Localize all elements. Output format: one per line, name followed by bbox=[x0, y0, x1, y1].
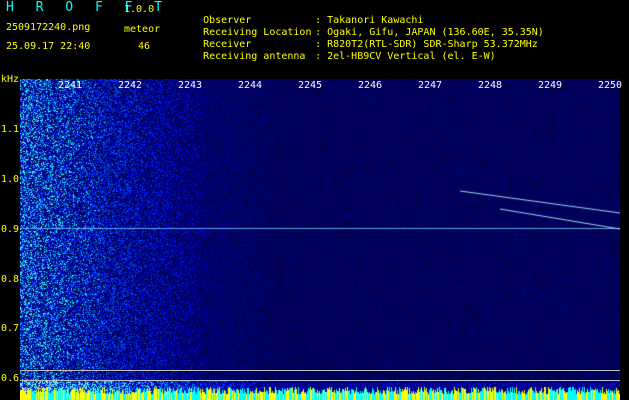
reference-line-lower bbox=[20, 380, 620, 381]
x-tick-label: 2247 bbox=[418, 80, 443, 91]
x-tick-label: 2245 bbox=[298, 80, 323, 91]
info-value: 2el-HB9CV Vertical (el. E-W) bbox=[327, 51, 496, 62]
x-tick-label: 2243 bbox=[178, 80, 203, 91]
waterfall-canvas bbox=[20, 79, 620, 400]
header-panel: H R O F F T 1.0.0 2509172240.png 25.09.1… bbox=[0, 0, 629, 79]
info-row-antenna: Receiving antenna:2el-HB9CV Vertical (el… bbox=[203, 51, 496, 62]
y-tick-label: 0.9 bbox=[1, 224, 20, 235]
app-version: 1.0.0 bbox=[124, 4, 155, 15]
reference-line-upper bbox=[20, 370, 620, 371]
waterfall-plot bbox=[20, 79, 620, 400]
x-tick-label: 2244 bbox=[238, 80, 263, 91]
x-tick-label: 2248 bbox=[478, 80, 503, 91]
x-tick-label: 2246 bbox=[358, 80, 383, 91]
y-axis-unit: kHz bbox=[1, 74, 20, 85]
x-tick-label: 2242 bbox=[118, 80, 143, 91]
y-tick-label: 1.1 bbox=[1, 124, 20, 135]
y-tick-label: 0.6 bbox=[1, 373, 20, 384]
file-name: 2509172240.png bbox=[6, 22, 91, 33]
meteor-label: meteor bbox=[124, 24, 161, 35]
y-tick-label: 0.8 bbox=[1, 274, 20, 285]
info-key: Receiving antenna bbox=[203, 51, 306, 62]
x-tick-label: 2241 bbox=[58, 80, 83, 91]
meteor-count: 46 bbox=[138, 41, 151, 52]
y-tick-label: 1.0 bbox=[1, 174, 20, 185]
timestamp: 25.09.17 22:40 bbox=[6, 41, 91, 52]
x-tick-label: 2250 bbox=[598, 80, 623, 91]
x-tick-label: 2249 bbox=[538, 80, 563, 91]
y-tick-label: 0.7 bbox=[1, 323, 20, 334]
